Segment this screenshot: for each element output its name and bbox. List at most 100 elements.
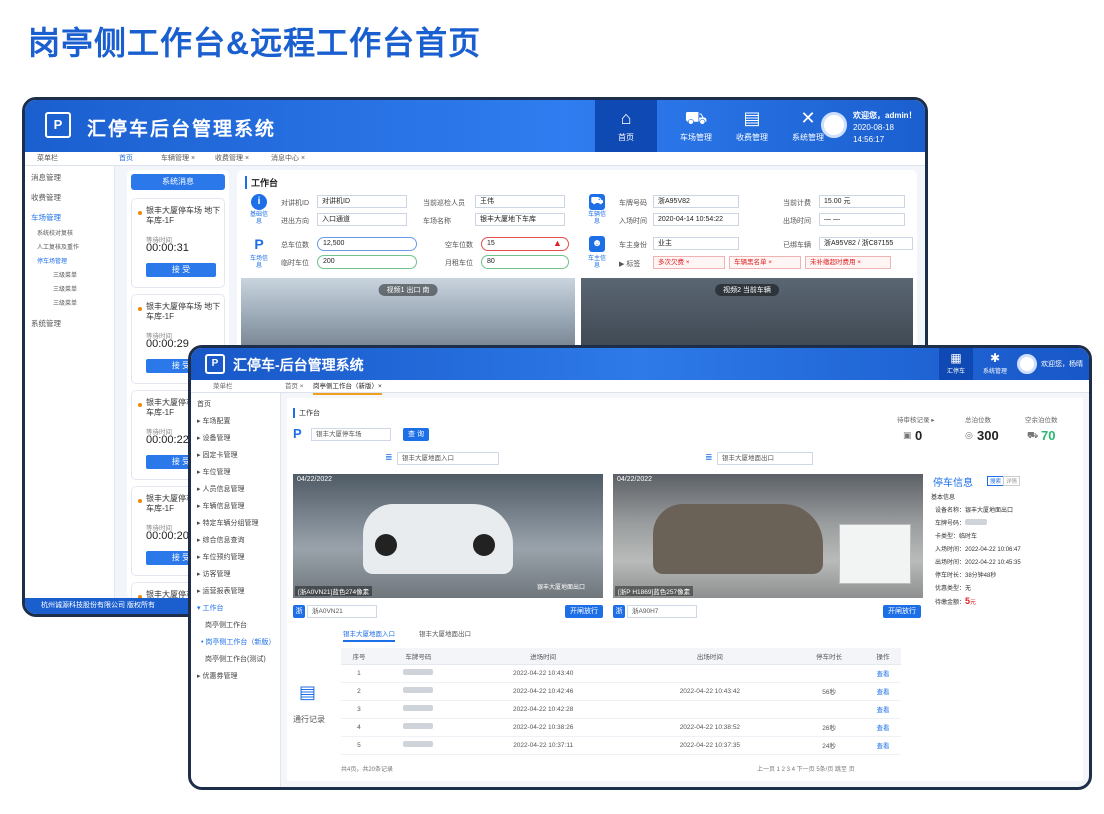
record-tab-exit[interactable]: 银丰大厦地面出口: [419, 628, 471, 638]
exit-select[interactable]: 银丰大厦地面出口: [717, 452, 813, 465]
tab-menu[interactable]: 菜单栏: [37, 152, 58, 166]
camera-entry[interactable]: 04/22/2022 银丰大厦地面出口 [浙A0VN21]蓝色274像素: [293, 474, 603, 598]
tab-home[interactable]: 首页 ×: [285, 380, 304, 393]
exit-time-field: — —: [819, 213, 905, 226]
accept-button[interactable]: 接 受: [146, 263, 216, 277]
user-info[interactable]: 欢迎您，admin！ 2020-08-18 14:56:17: [853, 110, 925, 146]
sidebar-item[interactable]: 系统校对复核: [37, 228, 73, 237]
sidebar-item[interactable]: ▸ 综合信息查询: [197, 535, 244, 545]
front-header: P 汇停车-后台管理系统 ▦ 汇停车 ✱ 系统管理 欢迎您，杨晴: [191, 348, 1089, 380]
sidebar-item[interactable]: ▸ 访客管理: [197, 569, 230, 579]
video-caption: 视频1 出口 南: [378, 284, 438, 296]
back-header: P 汇停车后台管理系统 ⌂ 首页 ⛟ 车场管理 ▤ 收费管理 ✕ 系统管理 欢迎您，ad…: [25, 100, 925, 152]
entry-plate-input[interactable]: 浙A0VN21: [307, 605, 377, 618]
query-button[interactable]: 查 询: [403, 428, 429, 441]
view-link[interactable]: 查看: [865, 718, 901, 737]
sidebar-item[interactable]: 人工复核及重作: [37, 242, 79, 251]
doc-icon: ▣: [903, 430, 912, 440]
sidebar-item[interactable]: ▸ 特定车辆分组管理: [197, 518, 258, 528]
app-title: 汇停车-后台管理系统: [233, 357, 364, 373]
sidebar-item[interactable]: ▸ 固定卡管理: [197, 450, 237, 460]
table-row: 2 2022-04-22 10:42:46 2022-04-22 10:43:42 5…: [341, 682, 901, 701]
table-header: 进场时间: [459, 648, 627, 665]
sidebar-item[interactable]: ▸ 车位管理: [197, 467, 230, 477]
tag[interactable]: 多次欠费 ×: [653, 256, 725, 269]
tab-menu[interactable]: 菜单栏: [213, 380, 233, 393]
sidebar-item[interactable]: 岗亭侧工作台: [205, 620, 247, 630]
sidebar-item[interactable]: 首页: [197, 399, 211, 409]
entry-time-field: 2020-04-14 10:54:22: [653, 213, 739, 226]
tab-bar: 菜单栏 首页 车辆管理 × 收费管理 × 消息中心 ×: [25, 152, 925, 166]
sidebar-item[interactable]: ▸ 车辆信息管理: [197, 501, 244, 511]
nav-lot[interactable]: ⛟ 车场管理: [665, 100, 727, 152]
nav-system[interactable]: ✱ 系统管理: [977, 348, 1013, 380]
detail-tab[interactable]: 详情: [1003, 476, 1021, 486]
sidebar-item[interactable]: ▸ 运营报表管理: [197, 586, 244, 596]
sidebar-item[interactable]: ▸ 人员信息管理: [197, 484, 244, 494]
sidebar-item[interactable]: 三级菜单: [53, 270, 77, 279]
sidebar-item[interactable]: ▸ 车位预约管理: [197, 552, 244, 562]
nav-home[interactable]: ⌂ 首页: [595, 100, 657, 152]
entry-select[interactable]: 银丰大厦地面入口: [397, 452, 499, 465]
table-header: 出场时间: [626, 648, 794, 665]
label: 月租车位: [445, 260, 473, 267]
sidebar-item[interactable]: 收费管理: [31, 192, 61, 203]
search-tab[interactable]: 搜索: [987, 476, 1005, 486]
sidebar-item[interactable]: ▸ 优惠券管理: [197, 671, 237, 681]
plate-prefix[interactable]: 浙: [613, 605, 625, 618]
plate-prefix[interactable]: 浙: [293, 605, 305, 618]
sidebar-item[interactable]: 三级菜单: [53, 298, 77, 307]
tab-fee[interactable]: 收费管理 ×: [215, 152, 249, 166]
table-header: 停车时长: [793, 648, 866, 665]
nav-fee[interactable]: ▤ 收费管理: [721, 100, 783, 152]
exit-plate-input[interactable]: 浙A90H7: [627, 605, 697, 618]
direction-field: 入口通道: [317, 213, 407, 226]
stat-label[interactable]: 待审核记录 ▸: [897, 414, 935, 424]
tab-vehicle[interactable]: 车辆管理 ×: [161, 152, 195, 166]
tag[interactable]: 车辆黑名单 ×: [729, 256, 801, 269]
sidebar-item[interactable]: • 岗亭侧工作台（新版）: [201, 637, 275, 647]
nav-hui[interactable]: ▦ 汇停车: [939, 348, 973, 380]
tab-workbench-new[interactable]: 岗亭侧工作台（新版）×: [313, 380, 382, 395]
lot-caption: 车场信息: [250, 256, 269, 269]
app-logo-icon: P: [205, 354, 225, 374]
sidebar-item[interactable]: 消息管理: [31, 172, 61, 183]
sidebar-item[interactable]: 岗亭侧工作台(测试): [205, 654, 266, 664]
view-link[interactable]: 查看: [865, 682, 901, 701]
sidebar-item[interactable]: ▸ 车场配置: [197, 416, 230, 426]
pending-count: 0: [915, 428, 923, 443]
fee-field: 15.00 元: [819, 195, 905, 208]
temp-spaces: 200: [317, 255, 417, 269]
tab-message[interactable]: 消息中心 ×: [271, 152, 305, 166]
sidebar-item[interactable]: 三级菜单: [53, 284, 77, 293]
view-link[interactable]: 查看: [865, 664, 901, 683]
view-link[interactable]: 查看: [865, 700, 901, 719]
sidebar-item[interactable]: 车场管理: [31, 212, 61, 223]
sidebar-item[interactable]: 停车场管理: [37, 256, 67, 265]
open-gate-exit-button[interactable]: 开闸放行: [883, 605, 921, 618]
list-icon: ≣: [385, 452, 393, 462]
open-gate-entry-button[interactable]: 开闸放行: [565, 605, 603, 618]
lot-name-field: 银丰大厦地下车库: [475, 213, 565, 226]
record-tab-entry[interactable]: 银丰大厦地面入口: [343, 628, 395, 642]
camera-exit[interactable]: 04/22/2022 [浙P H1869]蓝色257像素: [613, 474, 923, 598]
parking-icon: P: [293, 426, 302, 441]
avatar[interactable]: [1017, 354, 1037, 374]
tag[interactable]: 未补缴超时费用 ×: [805, 256, 891, 269]
lot-select[interactable]: 银丰大厦停车场: [311, 428, 391, 441]
info-line: 卡类型：临时车: [935, 534, 978, 540]
view-link[interactable]: 查看: [865, 736, 901, 755]
inspector-field: 王伟: [475, 195, 565, 208]
user-greeting[interactable]: 欢迎您，杨晴: [1041, 359, 1083, 371]
avatar[interactable]: [821, 112, 847, 138]
label: 车主身份: [619, 242, 647, 249]
free-berths: 70: [1041, 428, 1056, 443]
sidebar: 消息管理 收费管理 车场管理 系统校对复核 人工复核及重作 停车场管理 三级菜单…: [25, 166, 115, 598]
app-logo-icon: P: [45, 112, 71, 138]
sidebar-item[interactable]: ▾ 工作台: [197, 603, 223, 613]
sidebar-item[interactable]: 系统管理: [31, 318, 61, 329]
sidebar-item[interactable]: ▸ 设备管理: [197, 433, 230, 443]
tab-home[interactable]: 首页: [119, 152, 133, 166]
pagination[interactable]: 上一页 1 2 3 4 下一页 5条/页 跳至 页: [757, 764, 855, 773]
label: 对讲机ID: [281, 200, 309, 207]
